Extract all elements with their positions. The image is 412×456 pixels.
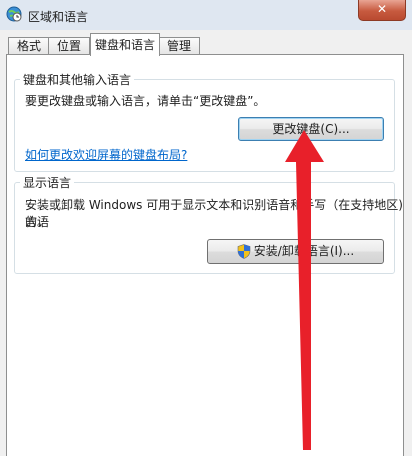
display-language-group-title: 显示语言	[20, 174, 75, 191]
change-keyboard-label: 更改键盘(C)...	[272, 122, 350, 136]
keyboard-description: 要更改键盘或输入语言，请单击“更改键盘”。	[25, 94, 266, 108]
tab-administrative[interactable]: 管理	[158, 37, 200, 55]
window-title: 区域和语言	[28, 10, 89, 24]
install-uninstall-languages-button[interactable]: 安装/卸载语言(I)...	[207, 239, 384, 264]
keyboard-group-title: 键盘和其他输入语言	[20, 71, 135, 88]
close-button[interactable]: ✕	[358, 0, 406, 21]
title-bar: 区域和语言 ✕	[0, 0, 412, 30]
tab-keyboards-and-languages[interactable]: 键盘和语言	[90, 33, 160, 56]
tab-location[interactable]: 位置	[48, 37, 90, 55]
display-language-description-line1: 安装或卸载 Windows 可用于显示文本和识别语音和手写（在支持地区)的语	[25, 198, 403, 229]
close-icon: ✕	[376, 2, 388, 16]
shield-icon	[237, 244, 251, 259]
change-keyboard-button[interactable]: 更改键盘(C)...	[238, 117, 384, 141]
globe-clock-icon	[6, 6, 22, 22]
display-language-description-line2: 言。	[25, 215, 50, 229]
install-uninstall-label: 安装/卸载语言(I)...	[253, 244, 355, 258]
tab-format[interactable]: 格式	[8, 37, 50, 55]
keyboard-layout-help-link[interactable]: 如何更改欢迎屏幕的键盘布局?	[25, 146, 187, 163]
